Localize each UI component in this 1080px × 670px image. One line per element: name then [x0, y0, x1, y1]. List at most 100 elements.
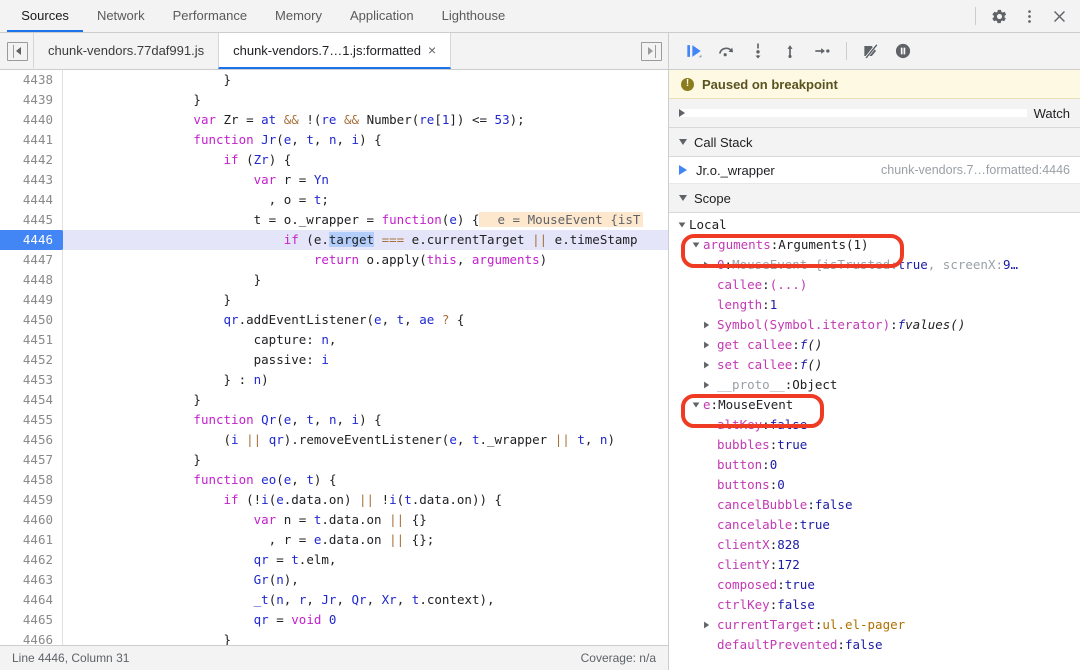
file-tab-chunk-vendors-formatted[interactable]: chunk-vendors.7…1.js:formatted ×: [218, 33, 452, 69]
code-editor[interactable]: 4438 4439 4440 4441 4442 4443 4444 4445 4446 4447…: [0, 70, 668, 645]
scope-row[interactable]: Local: [669, 215, 1080, 235]
line-number[interactable]: 4444: [0, 190, 62, 210]
code-line[interactable]: function Qr(e, t, n, i) {: [63, 410, 668, 430]
scope-row[interactable]: clientY: 172: [669, 555, 1080, 575]
chevron-down-icon[interactable]: [689, 242, 703, 248]
line-number[interactable]: 4450: [0, 310, 62, 330]
scope-row[interactable]: cancelable: true: [669, 515, 1080, 535]
step-over-next-function-call-button[interactable]: [711, 37, 741, 65]
scope-row[interactable]: get callee: f (): [669, 335, 1080, 355]
code-line-current[interactable]: if (e.target === e.currentTarget || e.ti…: [63, 230, 668, 250]
code-line[interactable]: }: [63, 390, 668, 410]
code-line[interactable]: Gr(n),: [63, 570, 668, 590]
code-line[interactable]: qr = t.elm,: [63, 550, 668, 570]
scope-row[interactable]: 0: MouseEvent {isTrusted: true, screenX:…: [669, 255, 1080, 275]
line-number[interactable]: 4442: [0, 150, 62, 170]
line-number[interactable]: 4458: [0, 470, 62, 490]
line-number[interactable]: 4438: [0, 70, 62, 90]
scope-row[interactable]: callee: (...): [669, 275, 1080, 295]
scope-row[interactable]: set callee: f (): [669, 355, 1080, 375]
scope-row-highlighted[interactable]: arguments: Arguments(1): [669, 235, 1080, 255]
line-number[interactable]: 4466: [0, 630, 62, 645]
code-line[interactable]: function Jr(e, t, n, i) {: [63, 130, 668, 150]
chevron-right-icon[interactable]: [703, 321, 717, 329]
chevron-down-icon[interactable]: [689, 402, 703, 408]
scope-row[interactable]: altKey: false: [669, 415, 1080, 435]
code-line[interactable]: if (Zr) {: [63, 150, 668, 170]
code-line[interactable]: passive: i: [63, 350, 668, 370]
settings-icon[interactable]: [984, 2, 1014, 30]
code-line[interactable]: } : n): [63, 370, 668, 390]
more-options-icon[interactable]: [1014, 2, 1044, 30]
line-number[interactable]: 4459: [0, 490, 62, 510]
code-line[interactable]: var n = t.data.on || {}: [63, 510, 668, 530]
step-into-next-function-call-button[interactable]: [743, 37, 773, 65]
close-devtools-icon[interactable]: [1044, 2, 1074, 30]
line-number[interactable]: 4462: [0, 550, 62, 570]
scope-row[interactable]: ctrlKey: false: [669, 595, 1080, 615]
code-line[interactable]: var r = Yn: [63, 170, 668, 190]
scope-row[interactable]: bubbles: true: [669, 435, 1080, 455]
code-line[interactable]: capture: n,: [63, 330, 668, 350]
line-number[interactable]: 4446: [0, 230, 71, 250]
scope-row[interactable]: length: 1: [669, 295, 1080, 315]
main-tab-sources[interactable]: Sources: [7, 0, 83, 32]
code-line[interactable]: function eo(e, t) {: [63, 470, 668, 490]
line-number[interactable]: 4443: [0, 170, 62, 190]
main-tab-lighthouse[interactable]: Lighthouse: [428, 0, 520, 32]
line-number[interactable]: 4460: [0, 510, 62, 530]
code-line[interactable]: qr = void 0: [63, 610, 668, 630]
chevron-right-icon[interactable]: [703, 381, 717, 389]
line-number[interactable]: 4463: [0, 570, 62, 590]
code-line[interactable]: }: [63, 630, 668, 645]
line-number[interactable]: 4441: [0, 130, 62, 150]
scope-row[interactable]: buttons: 0: [669, 475, 1080, 495]
code-line[interactable]: }: [63, 70, 668, 90]
chevron-right-icon[interactable]: [703, 261, 717, 269]
scope-row[interactable]: composed: true: [669, 575, 1080, 595]
code-line[interactable]: (i || qr).removeEventListener(e, t ._wrap…: [63, 430, 668, 450]
line-number[interactable]: 4465: [0, 610, 62, 630]
line-number[interactable]: 4464: [0, 590, 62, 610]
code-line[interactable]: _t(n, r, Jr, Qr, Xr, t.context),: [63, 590, 668, 610]
scope-row[interactable]: __proto__: Object: [669, 375, 1080, 395]
line-number[interactable]: 4457: [0, 450, 62, 470]
line-number[interactable]: 4447: [0, 250, 62, 270]
call-stack-frame[interactable]: Jr.o._wrapper chunk-vendors.7…formatted:…: [669, 157, 1080, 184]
code-line[interactable]: }: [63, 290, 668, 310]
watch-section-header[interactable]: Watch: [669, 99, 1080, 128]
line-number[interactable]: 4448: [0, 270, 62, 290]
scope-row[interactable]: Symbol(Symbol.iterator): f values(): [669, 315, 1080, 335]
code-line[interactable]: }: [63, 90, 668, 110]
chevron-right-icon[interactable]: [703, 361, 717, 369]
main-tab-clipped[interactable]: e: [0, 0, 7, 32]
step-button[interactable]: [807, 37, 837, 65]
scope-row[interactable]: cancelBubble: false: [669, 495, 1080, 515]
scope-tree[interactable]: Local arguments: Arguments(1) 0: MouseEven…: [669, 213, 1080, 670]
line-number[interactable]: 4449: [0, 290, 62, 310]
chevron-right-icon[interactable]: [703, 341, 717, 349]
line-number[interactable]: 4456: [0, 430, 62, 450]
code-line[interactable]: var Zr = at && !(re && Number(re[1]) <= …: [63, 110, 668, 130]
step-out-of-current-function-button[interactable]: [775, 37, 805, 65]
code-line[interactable]: qr.addEventListener(e, t, ae ? {: [63, 310, 668, 330]
pause-on-exceptions-button[interactable]: [888, 37, 918, 65]
code-content[interactable]: } } var Zr = at && !(re && Number(re[1])…: [63, 70, 668, 645]
line-number[interactable]: 4440: [0, 110, 62, 130]
scope-section-header[interactable]: Scope: [669, 184, 1080, 213]
line-number[interactable]: 4454: [0, 390, 62, 410]
code-line[interactable]: if (!i(e.data.on) || !i(t.data.on)) {: [63, 490, 668, 510]
deactivate-breakpoints-button[interactable]: [856, 37, 886, 65]
code-line[interactable]: return o.apply(this, arguments): [63, 250, 668, 270]
call-stack-section-header[interactable]: Call Stack: [669, 128, 1080, 157]
show-more-tabs-button[interactable]: [634, 33, 668, 69]
file-tab-chunk-vendors[interactable]: chunk-vendors.77daf991.js: [33, 33, 220, 69]
line-number[interactable]: 4439: [0, 90, 62, 110]
line-number[interactable]: 4452: [0, 350, 62, 370]
chevron-down-icon[interactable]: [675, 222, 689, 228]
scope-row[interactable]: button: 0: [669, 455, 1080, 475]
line-number[interactable]: 4461: [0, 530, 62, 550]
chevron-right-icon[interactable]: [703, 621, 717, 629]
line-number[interactable]: 4455: [0, 410, 62, 430]
code-line[interactable]: }: [63, 450, 668, 470]
